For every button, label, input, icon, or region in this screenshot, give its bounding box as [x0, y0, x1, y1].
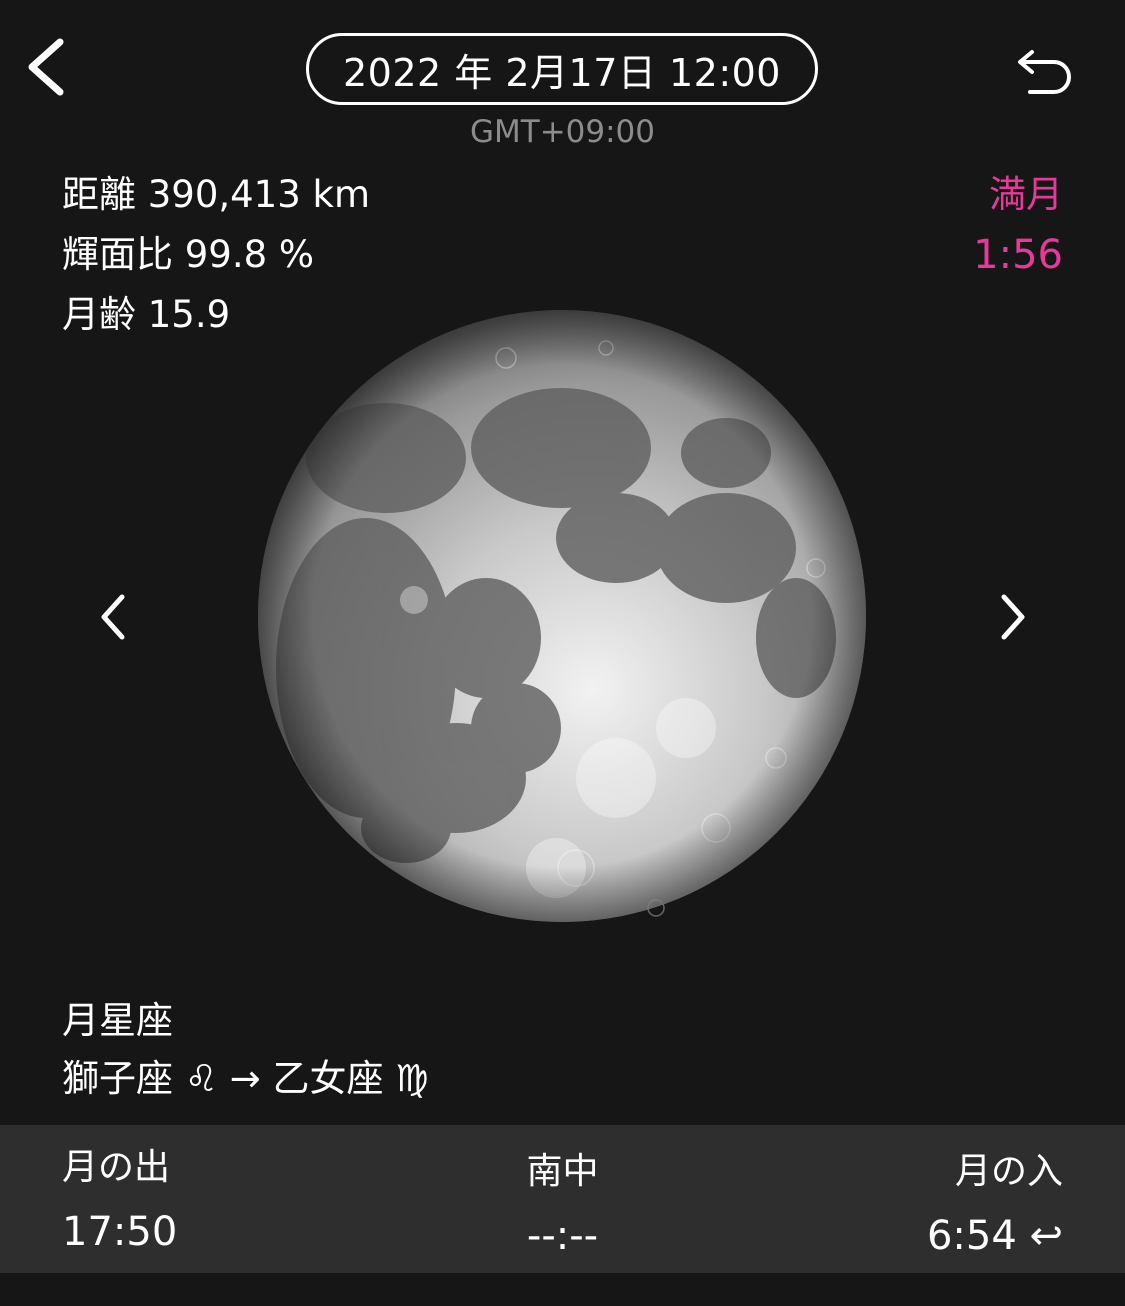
date-time-picker[interactable]: 2022 年 2月17日 12:00 [306, 33, 818, 105]
moonset: 月の入 6:54 ↩︎ [927, 1147, 1063, 1261]
illumination-text: 輝面比 99.8 % [62, 233, 315, 276]
footer-strip [0, 1273, 1125, 1306]
chevron-left-icon [28, 38, 64, 96]
constellation-value: 獅子座 ♌︎ → 乙女座 ♍︎ [62, 1057, 429, 1100]
header: 2022 年 2月17日 12:00 GMT+09:00 [0, 0, 1125, 160]
undo-button[interactable] [1016, 38, 1076, 98]
moon-image [256, 308, 868, 924]
moonset-label: 月の入 [954, 1151, 1063, 1192]
distance-text: 距離 390,413 km [62, 173, 370, 216]
date-time-label: 2022 年 2月17日 12:00 [343, 50, 781, 95]
phase-time: 1:56 [973, 232, 1063, 278]
timezone-label: GMT+09:00 [469, 114, 656, 150]
rise-set-bar: 月の出 17:50 南中 --:-- 月の入 6:54 ↩︎ [0, 1125, 1125, 1273]
moon-constellation: 月星座 獅子座 ♌︎ → 乙女座 ♍︎ [62, 992, 428, 1108]
moonset-time: 6:54 ↩︎ [926, 1213, 1063, 1259]
previous-button[interactable] [92, 592, 136, 642]
undo-arrow-icon [1018, 50, 1071, 94]
next-button[interactable] [990, 592, 1034, 642]
phase-name: 満月 [989, 173, 1063, 216]
chevron-left-icon [101, 594, 125, 640]
chevron-right-icon [1001, 594, 1025, 640]
constellation-label: 月星座 [62, 999, 173, 1042]
phase-info: 満月 1:56 [973, 165, 1063, 285]
back-button[interactable] [22, 36, 72, 98]
